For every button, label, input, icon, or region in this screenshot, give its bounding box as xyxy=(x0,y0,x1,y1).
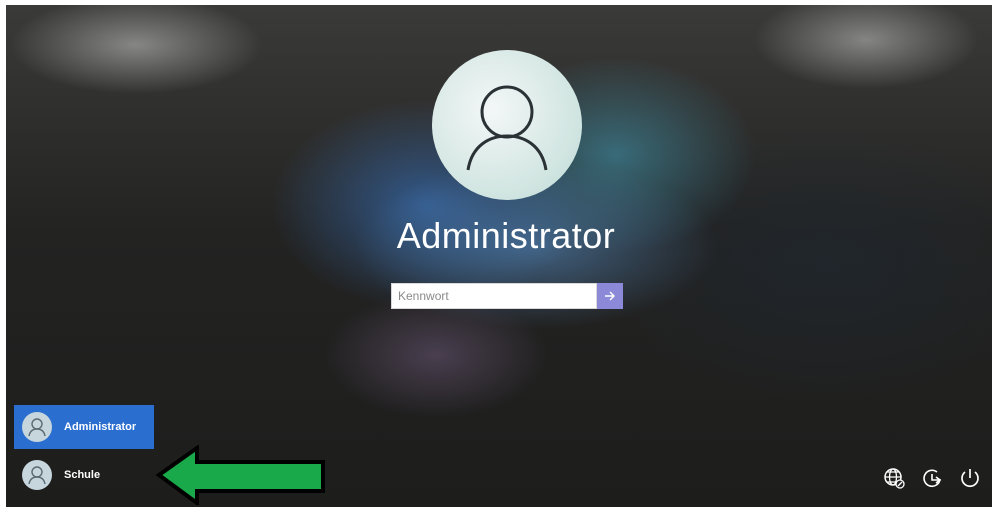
submit-button[interactable] xyxy=(597,283,623,309)
user-avatar-small xyxy=(22,460,52,490)
user-entry-label: Schule xyxy=(64,469,101,481)
user-icon xyxy=(466,85,548,171)
user-entry-administrator[interactable]: Administrator xyxy=(14,405,154,449)
lock-screen: Administrator Administrator Schule xyxy=(6,5,992,507)
selected-user-name: Administrator xyxy=(396,215,616,256)
user-avatar-large xyxy=(432,50,582,200)
power-icon[interactable] xyxy=(957,465,983,491)
user-icon xyxy=(28,418,46,437)
user-entry-schule[interactable]: Schule xyxy=(14,453,154,497)
network-icon[interactable] xyxy=(881,465,907,491)
user-list: Administrator Schule xyxy=(14,405,154,501)
password-input[interactable] xyxy=(391,283,597,309)
annotation-arrow-icon xyxy=(155,445,325,505)
user-entry-label: Administrator xyxy=(64,421,137,433)
password-box xyxy=(391,283,623,309)
ease-of-access-icon[interactable] xyxy=(919,465,945,491)
user-icon xyxy=(28,466,46,485)
system-icons xyxy=(881,465,983,491)
arrow-right-icon xyxy=(605,291,615,301)
user-avatar-small xyxy=(22,412,52,442)
